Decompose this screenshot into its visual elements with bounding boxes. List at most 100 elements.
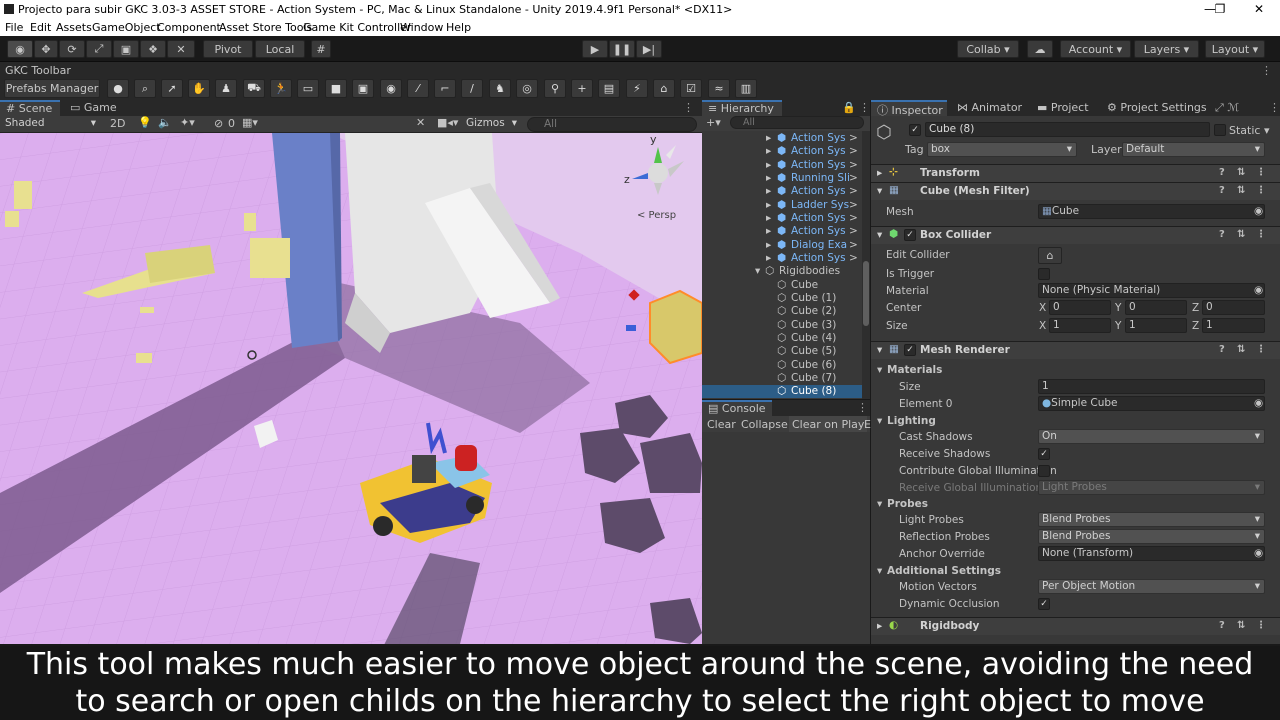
mesh-renderer-enabled-checkbox[interactable]: ✓ [904, 344, 916, 356]
scale-tool-button[interactable]: ⤢ [86, 40, 112, 58]
materials-size-field[interactable]: 1 [1038, 379, 1265, 394]
table-row[interactable]: ⬡ Cube [702, 279, 862, 292]
list-item[interactable]: ▸ ⬢ Ladder Sys > [702, 199, 862, 212]
lighting-icon[interactable]: 💡 [138, 116, 152, 129]
list-item[interactable]: ▸ ⬢ Action Sys > [702, 159, 862, 172]
table-row-selected[interactable]: ⬡ Cube (8) [702, 385, 862, 398]
knife-icon[interactable]: / [461, 79, 483, 98]
list-item[interactable]: ▸ ⬢ Running Sli > [702, 172, 862, 185]
action-icon[interactable]: ⚡ [626, 79, 648, 98]
animal-icon[interactable]: ♞ [489, 79, 511, 98]
menu-gameobject[interactable]: GameObject [92, 21, 161, 34]
tab-project[interactable]: ▬ Project [1031, 100, 1101, 116]
rect-tool-button[interactable]: ▣ [113, 40, 139, 58]
more-tabs-icon[interactable]: ⤢ ℳ [1215, 101, 1239, 115]
hidden-objects-icon[interactable]: ⊘ [214, 117, 223, 130]
tag-dropdown[interactable]: box [927, 142, 1077, 157]
is-trigger-checkbox[interactable] [1038, 268, 1050, 280]
waves-icon[interactable]: ≈ [708, 79, 730, 98]
cursor-icon[interactable]: ➚ [161, 79, 183, 98]
create-button[interactable]: +▾ [706, 116, 721, 129]
preset-icon[interactable]: ⇅ [1237, 344, 1245, 355]
component-menu-icon[interactable]: ⋮ [1256, 620, 1266, 631]
object-picker-icon[interactable]: ◉ [1254, 397, 1263, 409]
snap-button[interactable]: # [311, 40, 331, 58]
help-icon[interactable]: ? [1219, 344, 1225, 355]
table-row[interactable]: ⬡ Cube (4) [702, 332, 862, 345]
play-button[interactable]: ▶ [582, 40, 608, 58]
console-log[interactable] [702, 432, 870, 644]
slash-icon[interactable]: ⁄ [407, 79, 429, 98]
menu-help[interactable]: Help [446, 21, 471, 34]
clipboard-icon[interactable]: ▤ [598, 79, 620, 98]
preset-icon[interactable]: ⇅ [1237, 167, 1245, 178]
size-y-field[interactable]: 1 [1125, 318, 1187, 333]
box-icon[interactable]: ▣ [352, 79, 374, 98]
edit-collider-button[interactable]: ⌂ [1038, 247, 1062, 264]
list-item[interactable]: ▸ ⬢ Action Sys > [702, 212, 862, 225]
preset-icon[interactable]: ⇅ [1237, 229, 1245, 240]
probes-foldout[interactable]: ▾ Probes [871, 496, 1280, 513]
table-row[interactable]: ⬡ Cube (2) [702, 305, 862, 318]
menu-component[interactable]: Component [157, 21, 221, 34]
collapse-button[interactable]: Collapse [741, 418, 788, 431]
list-item[interactable]: ▸ ⬢ Action Sys > [702, 185, 862, 198]
center-z-field[interactable]: 0 [1202, 300, 1265, 315]
table-row[interactable]: ⬡ Cube (6) [702, 359, 862, 372]
list-item[interactable]: ▸ ⬢ Action Sys > [702, 225, 862, 238]
house-icon[interactable]: ⌂ [653, 79, 675, 98]
local-button[interactable]: Local [255, 40, 305, 58]
center-y-field[interactable]: 0 [1125, 300, 1187, 315]
anchor-override-field[interactable]: None (Transform) [1038, 546, 1265, 561]
rotate-tool-button[interactable]: ⟳ [59, 40, 85, 58]
run-icon[interactable]: 🏃 [270, 79, 292, 98]
menu-file[interactable]: File [5, 21, 23, 34]
checklist-icon[interactable]: ☑ [680, 79, 702, 98]
cast-shadows-dropdown[interactable]: On [1038, 429, 1265, 444]
list-item[interactable]: ▸ ⬢ Action Sys > [702, 145, 862, 158]
record-icon[interactable]: ● [107, 79, 129, 98]
component-menu-icon[interactable]: ⋮ [1256, 229, 1266, 240]
component-menu-icon[interactable]: ⋮ [1256, 185, 1266, 196]
table-row[interactable]: ⬡ Cube (7) [702, 372, 862, 385]
size-z-field[interactable]: 1 [1202, 318, 1265, 333]
table-row[interactable]: ⬡ Cube (3) [702, 319, 862, 332]
materials-foldout[interactable]: ▾ Materials [871, 362, 1280, 379]
gizmos-dropdown[interactable]: Gizmos [463, 117, 521, 132]
target-icon[interactable]: ◎ [516, 79, 538, 98]
element0-field[interactable]: ●Simple Cube [1038, 396, 1265, 411]
account-dropdown[interactable]: Account ▾ [1060, 40, 1131, 58]
gun-icon[interactable]: ⌐ [434, 79, 456, 98]
component-mesh-renderer[interactable]: ▾ ▦ ✓ Mesh Renderer ? ⇅ ⋮ [871, 341, 1280, 359]
object-picker-icon[interactable]: ◉ [1254, 547, 1263, 559]
collab-button[interactable]: Collab ▾ [957, 40, 1019, 58]
list-item[interactable]: ▸ ⬢ Dialog Exa > [702, 239, 862, 252]
menu-assets[interactable]: Assets [56, 21, 92, 34]
component-rigidbody[interactable]: ▸ ◐ Rigidbody ? ⇅ ⋮ [871, 617, 1280, 635]
preset-icon[interactable]: ⇅ [1237, 185, 1245, 196]
static-dropdown[interactable]: Static ▾ [1229, 124, 1269, 137]
table-row[interactable]: ⬡ Cube (5) [702, 345, 862, 358]
mesh-field[interactable]: ▦Cube [1038, 204, 1265, 219]
menu-asset-store-tools[interactable]: Asset Store Tools [219, 21, 312, 34]
tab-game[interactable]: ▭ Game [64, 100, 124, 116]
prefabs-manager-button[interactable]: Prefabs Manager [4, 79, 100, 98]
list-item[interactable]: ▸ ⬢ Action Sys > [702, 132, 862, 145]
component-box-collider[interactable]: ▾ ⬢ ✓ Box Collider ? ⇅ ⋮ [871, 226, 1280, 244]
chart-icon[interactable]: ▥ [735, 79, 757, 98]
hand-icon[interactable]: ✋ [188, 79, 210, 98]
lock-icon[interactable]: 🔒 [842, 101, 856, 114]
tab-animator[interactable]: ⋈ Animator [951, 100, 1031, 116]
layer-dropdown[interactable]: Default [1122, 142, 1265, 157]
reflection-probes-dropdown[interactable]: Blend Probes [1038, 529, 1265, 544]
motion-vectors-dropdown[interactable]: Per Object Motion [1038, 579, 1265, 594]
mode-2d-toggle[interactable]: 2D [110, 117, 125, 130]
active-checkbox[interactable]: ✓ [909, 124, 921, 136]
scene-menu-icon[interactable]: ⋮ [683, 101, 694, 114]
scene-viewport[interactable]: y z < Persp [0, 133, 702, 644]
effects-icon[interactable]: ✦▾ [180, 116, 195, 129]
camera-icon[interactable]: ■◂▾ [437, 116, 458, 129]
perspective-label[interactable]: < Persp [637, 210, 676, 221]
help-icon[interactable]: ? [1219, 229, 1225, 240]
view-tool-button[interactable]: ◉ [7, 40, 33, 58]
